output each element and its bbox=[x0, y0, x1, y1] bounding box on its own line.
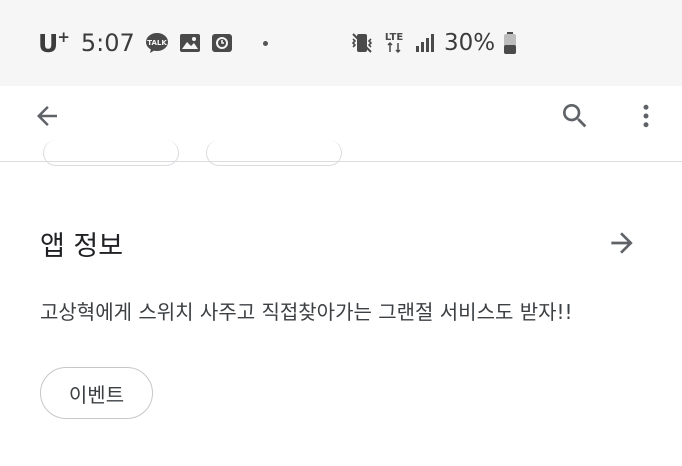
search-icon bbox=[563, 104, 587, 128]
forward-arrow-icon bbox=[611, 232, 633, 254]
app-info-more-button[interactable] bbox=[598, 219, 646, 267]
battery-percent: 30% bbox=[444, 30, 496, 56]
section-title-app-info: 앱 정보 bbox=[40, 231, 124, 262]
back-arrow-icon bbox=[37, 106, 57, 126]
search-button[interactable] bbox=[551, 92, 599, 140]
lte-icon: LTE bbox=[382, 30, 406, 56]
partial-chip-right[interactable] bbox=[206, 140, 342, 166]
carrier-label: U+ bbox=[38, 28, 70, 58]
status-bar: U+ 5:07 TALK LTE 30% bbox=[0, 0, 682, 86]
status-bar-right: LTE 30% bbox=[350, 26, 517, 60]
vibrate-icon bbox=[350, 31, 374, 55]
more-vert-icon bbox=[643, 104, 649, 128]
svg-text:LTE: LTE bbox=[385, 32, 404, 43]
talk-icon: TALK bbox=[145, 32, 169, 54]
more-notifications-dot bbox=[262, 40, 268, 46]
app-description: 고상혁에게 스위치 사주고 직접찾아가는 그랜절 서비스도 받자!! bbox=[40, 300, 573, 324]
clock-time: 5:07 bbox=[80, 29, 135, 57]
partial-chip-left[interactable] bbox=[43, 140, 179, 166]
image-icon bbox=[179, 33, 201, 53]
svg-text:TALK: TALK bbox=[147, 39, 167, 47]
signal-icon bbox=[414, 32, 436, 54]
status-bar-left: U+ 5:07 TALK bbox=[38, 26, 268, 60]
screen-record-icon bbox=[211, 33, 233, 53]
battery-icon bbox=[503, 31, 517, 55]
more-options-button[interactable] bbox=[622, 92, 670, 140]
back-button[interactable] bbox=[23, 92, 71, 140]
event-chip[interactable]: 이벤트 bbox=[40, 367, 153, 419]
